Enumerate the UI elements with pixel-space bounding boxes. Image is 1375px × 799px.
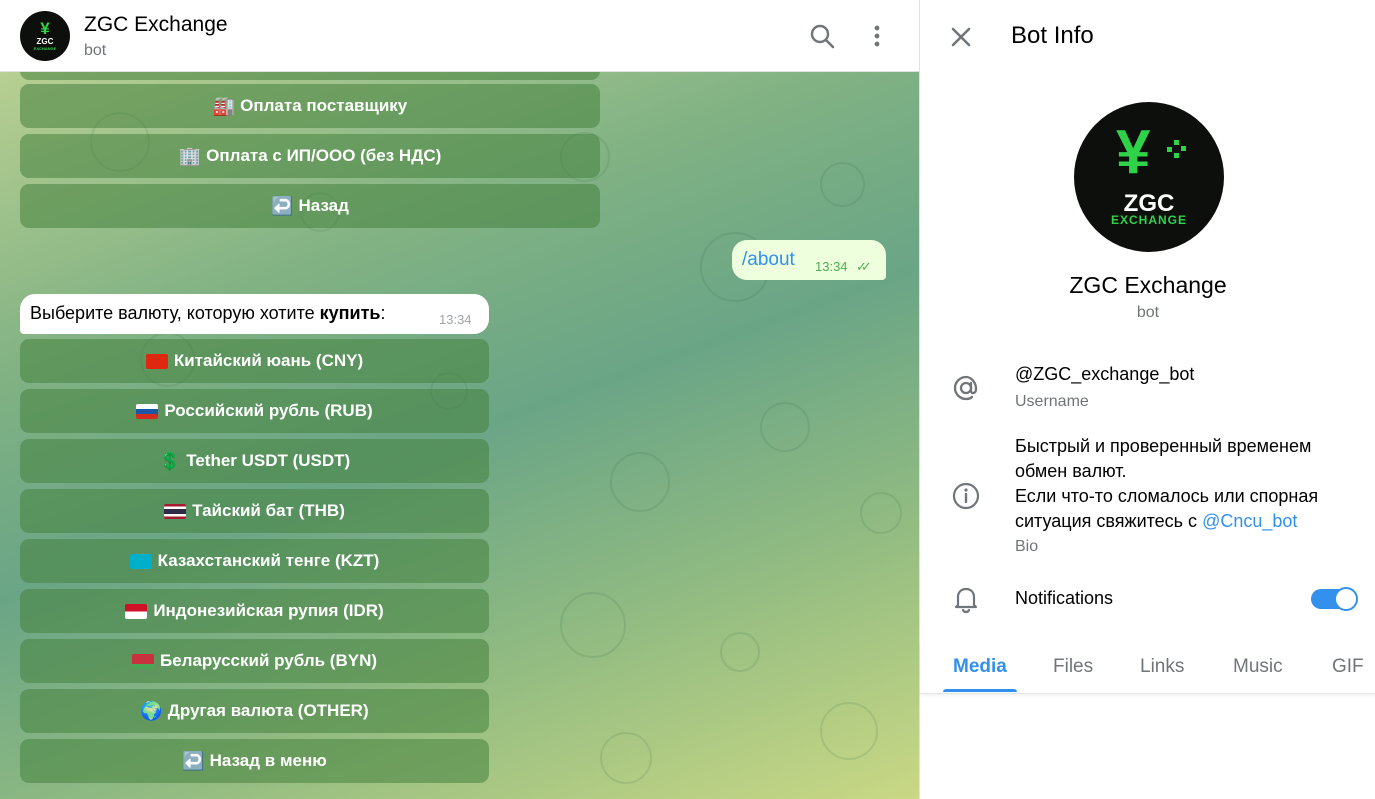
bio-label: Bio	[1015, 538, 1039, 555]
keyboard-button-back[interactable]: ↩️ Назад	[20, 184, 600, 228]
avatar-logo-sub: EXCHANGE	[1110, 213, 1187, 227]
currency-button[interactable]: Индонезийская рупия (IDR)	[20, 589, 489, 633]
kazakhstan-flag-icon	[129, 553, 152, 569]
background-doodle	[560, 592, 626, 658]
indonesia-flag-icon	[125, 603, 148, 619]
chat-header: ¥ ZGC EXCHANGE ZGC Exchange bot	[0, 0, 919, 72]
return-arrow-icon: ↩️	[182, 750, 205, 771]
bio-link[interactable]: @Cncu_bot	[1202, 511, 1297, 531]
avatar-logo-symbol: ¥	[40, 19, 50, 38]
chat-title[interactable]: ZGC Exchange	[84, 13, 228, 37]
background-doodle	[610, 452, 670, 512]
avatar-logo-name: ZGC	[36, 37, 54, 46]
bell-icon	[950, 583, 982, 615]
tab-media[interactable]: Media	[953, 656, 1007, 678]
telegram-app: ¥ ZGC EXCHANGE ZGC Exchange bot 🏭 Оплата…	[0, 0, 1375, 799]
currency-button[interactable]: ↩️ Назад в меню	[20, 739, 489, 783]
message-time: 13:34	[815, 259, 848, 274]
button-label: Индонезийская рупия (IDR)	[153, 601, 384, 620]
profile-subtitle: bot	[1136, 304, 1160, 321]
globe-icon: 🌍	[140, 700, 163, 721]
keyboard-button-supplier-payment[interactable]: 🏭 Оплата поставщику	[20, 84, 600, 128]
tab-music[interactable]: Music	[1233, 656, 1283, 678]
close-icon[interactable]	[946, 22, 976, 52]
notifications-toggle[interactable]	[1311, 587, 1358, 611]
logo-pixel	[1181, 146, 1186, 151]
factory-icon: 🏭	[212, 95, 236, 116]
button-label: Казахстанский тенге (KZT)	[157, 551, 380, 570]
dollar-sign-icon: 💲	[158, 450, 182, 471]
notifications-label: Notifications	[1015, 588, 1114, 608]
currency-button[interactable]: Беларусский рубль (BYN)	[20, 639, 489, 683]
keyboard-button-business-payment[interactable]: 🏢 Оплата с ИП/ООО (без НДС)	[20, 134, 600, 178]
chat-avatar[interactable]: ¥ ZGC EXCHANGE	[20, 11, 70, 61]
more-vertical-icon[interactable]	[863, 22, 891, 50]
avatar-logo-symbol: ¥	[1116, 118, 1151, 187]
background-doodle	[860, 492, 902, 534]
chat-subtitle: bot	[84, 42, 107, 59]
message-text: Выберите валюту, которую хотите купить:	[30, 303, 386, 324]
logo-pixel	[1174, 140, 1179, 145]
tab-files[interactable]: Files	[1053, 656, 1093, 678]
logo-pixel	[1167, 147, 1172, 152]
message-text-part: Выберите валюту, которую хотите	[30, 303, 320, 323]
bio-line: Быстрый и проверенный временем обмен вал…	[1015, 436, 1312, 481]
username-value[interactable]: @ZGC_exchange_bot	[1015, 364, 1194, 385]
message-text-part: :	[380, 303, 386, 323]
info-icon	[950, 480, 982, 512]
toggle-knob	[1334, 587, 1358, 611]
at-sign-icon	[950, 372, 982, 404]
media-tabs: Media Files Links Music GIF	[920, 640, 1375, 694]
logo-pixel	[1174, 153, 1179, 158]
russia-flag-icon	[136, 403, 159, 419]
button-label: Другая валюта (OTHER)	[167, 701, 369, 720]
background-doodle	[820, 702, 878, 760]
currency-button[interactable]: 💲 Tether USDT (USDT)	[20, 439, 489, 483]
message-text-bold: купить	[319, 303, 381, 323]
button-label: Tether USDT (USDT)	[186, 451, 351, 470]
double-check-icon: ✓✓	[856, 259, 872, 274]
outgoing-message[interactable]: /about 13:34 ✓✓	[732, 240, 886, 280]
avatar-logo-sub: EXCHANGE	[33, 46, 57, 51]
button-label: Оплата поставщику	[240, 96, 408, 115]
tab-gif[interactable]: GIF	[1332, 656, 1364, 678]
background-doodle	[760, 402, 810, 452]
return-arrow-icon: ↩️	[271, 195, 294, 216]
button-label: Российский рубль (RUB)	[164, 401, 373, 420]
profile-avatar[interactable]: ¥ ZGC EXCHANGE	[1074, 102, 1224, 252]
button-label: Оплата с ИП/ООО (без НДС)	[206, 146, 442, 165]
background-doodle	[600, 732, 652, 784]
belarus-flag-icon	[131, 653, 154, 669]
background-doodle	[720, 632, 760, 672]
active-tab-indicator	[943, 689, 1017, 692]
message-text[interactable]: /about	[742, 249, 795, 271]
button-label: Тайский бат (THB)	[192, 501, 345, 520]
china-flag-icon	[145, 353, 168, 369]
message-time: 13:34	[439, 312, 472, 327]
thailand-flag-icon	[164, 503, 187, 519]
office-building-icon: 🏢	[178, 145, 202, 166]
incoming-message[interactable]: Выберите валюту, которую хотите купить: …	[20, 294, 489, 334]
bot-info-panel: Bot Info ¥ ZGC EXCHANGE ZGC Exchange bot…	[919, 0, 1375, 799]
search-icon[interactable]	[808, 22, 836, 50]
button-label: Китайский юань (CNY)	[173, 351, 364, 370]
chat-view: ¥ ZGC EXCHANGE ZGC Exchange bot 🏭 Оплата…	[0, 0, 919, 799]
bio-text: Быстрый и проверенный временем обмен вал…	[1015, 434, 1365, 534]
currency-button[interactable]: 🌍 Другая валюта (OTHER)	[20, 689, 489, 733]
currency-button[interactable]: Российский рубль (RUB)	[20, 389, 489, 433]
button-label: Беларусский рубль (BYN)	[159, 651, 378, 670]
currency-button[interactable]: Тайский бат (THB)	[20, 489, 489, 533]
button-label: Назад	[298, 196, 349, 215]
button-label: Назад в меню	[209, 751, 327, 770]
tab-links[interactable]: Links	[1140, 656, 1184, 678]
background-doodle	[820, 162, 865, 207]
username-label: Username	[1015, 393, 1089, 410]
panel-title: Bot Info	[1011, 22, 1094, 49]
currency-button[interactable]: Китайский юань (CNY)	[20, 339, 489, 383]
currency-button[interactable]: Казахстанский тенге (KZT)	[20, 539, 489, 583]
profile-name: ZGC Exchange	[1069, 272, 1227, 298]
